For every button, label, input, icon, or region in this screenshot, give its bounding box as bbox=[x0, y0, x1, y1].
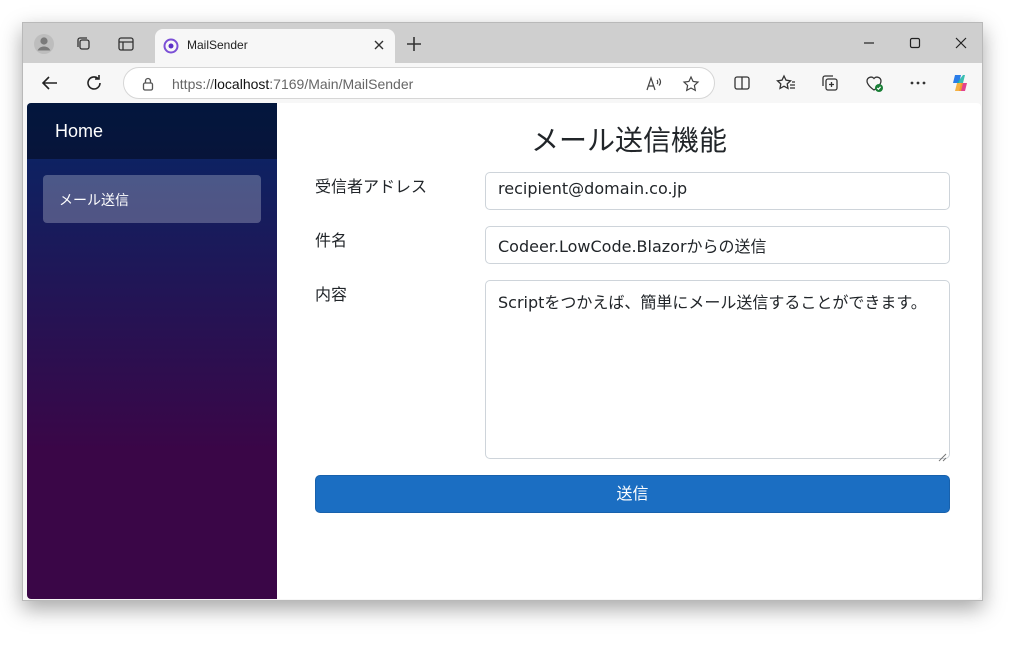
lock-icon[interactable] bbox=[140, 76, 156, 92]
address-bar-row: https://localhost:7169/Main/MailSender bbox=[23, 63, 982, 103]
body-textarea[interactable]: Scriptをつかえば、簡単にメール送信することができます。 bbox=[485, 280, 950, 462]
url-text: https://localhost:7169/Main/MailSender bbox=[172, 76, 413, 92]
workspaces-icon[interactable] bbox=[71, 31, 97, 57]
tab-title: MailSender bbox=[187, 38, 248, 52]
brand-bar: Home bbox=[27, 103, 277, 159]
sidebar: Home メール送信 bbox=[27, 103, 277, 599]
maximize-icon[interactable] bbox=[905, 33, 925, 53]
refresh-icon[interactable] bbox=[83, 72, 105, 94]
sidebar-item-label: メール送信 bbox=[59, 193, 129, 209]
close-window-icon[interactable] bbox=[951, 33, 971, 53]
brand-home-link[interactable]: Home bbox=[55, 121, 103, 142]
split-screen-icon[interactable] bbox=[731, 72, 753, 94]
favorites-icon[interactable] bbox=[775, 72, 797, 94]
recipient-input[interactable]: recipient@domain.co.jp bbox=[485, 172, 950, 210]
browser-essentials-icon[interactable] bbox=[863, 72, 885, 94]
close-tab-icon[interactable] bbox=[371, 37, 387, 53]
blazor-favicon-icon bbox=[163, 38, 179, 54]
browser-window: MailSender https://localhost:7169/Main/M… bbox=[22, 22, 983, 601]
url-host: localhost bbox=[214, 76, 270, 92]
back-icon[interactable] bbox=[39, 72, 61, 94]
more-options-icon[interactable] bbox=[907, 72, 929, 94]
subject-label: 件名 bbox=[315, 231, 348, 250]
page-title: メール送信機能 bbox=[530, 124, 727, 157]
profile-icon[interactable] bbox=[31, 31, 57, 57]
minimize-icon[interactable] bbox=[859, 33, 879, 53]
favorite-star-icon[interactable] bbox=[682, 75, 700, 93]
body-text: Scriptをつかえば、簡単にメール送信することができます。 bbox=[498, 293, 927, 312]
read-aloud-icon[interactable] bbox=[644, 75, 662, 93]
new-tab-icon[interactable] bbox=[403, 33, 425, 55]
url-input[interactable]: https://localhost:7169/Main/MailSender bbox=[123, 67, 715, 99]
vertical-tabs-icon[interactable] bbox=[113, 31, 139, 57]
send-button[interactable]: 送信 bbox=[315, 475, 950, 513]
main-content: メール送信機能 受信者アドレス recipient@domain.co.jp 件… bbox=[277, 103, 981, 599]
page-viewport: Home メール送信 メール送信機能 受信者アドレス recipient@dom… bbox=[27, 103, 981, 599]
sidebar-item-mail-send[interactable]: メール送信 bbox=[43, 175, 261, 223]
resize-grip-icon[interactable] bbox=[938, 447, 947, 462]
url-path: :7169/Main/MailSender bbox=[269, 76, 414, 92]
tab-mailsender[interactable]: MailSender bbox=[155, 29, 395, 63]
recipient-label: 受信者アドレス bbox=[315, 177, 428, 196]
body-label: 内容 bbox=[315, 285, 348, 304]
url-scheme: https:// bbox=[172, 76, 215, 92]
collections-icon[interactable] bbox=[819, 72, 841, 94]
tab-bar: MailSender bbox=[23, 23, 982, 63]
copilot-icon[interactable] bbox=[949, 72, 971, 94]
subject-input[interactable]: Codeer.LowCode.Blazorからの送信 bbox=[485, 226, 950, 264]
